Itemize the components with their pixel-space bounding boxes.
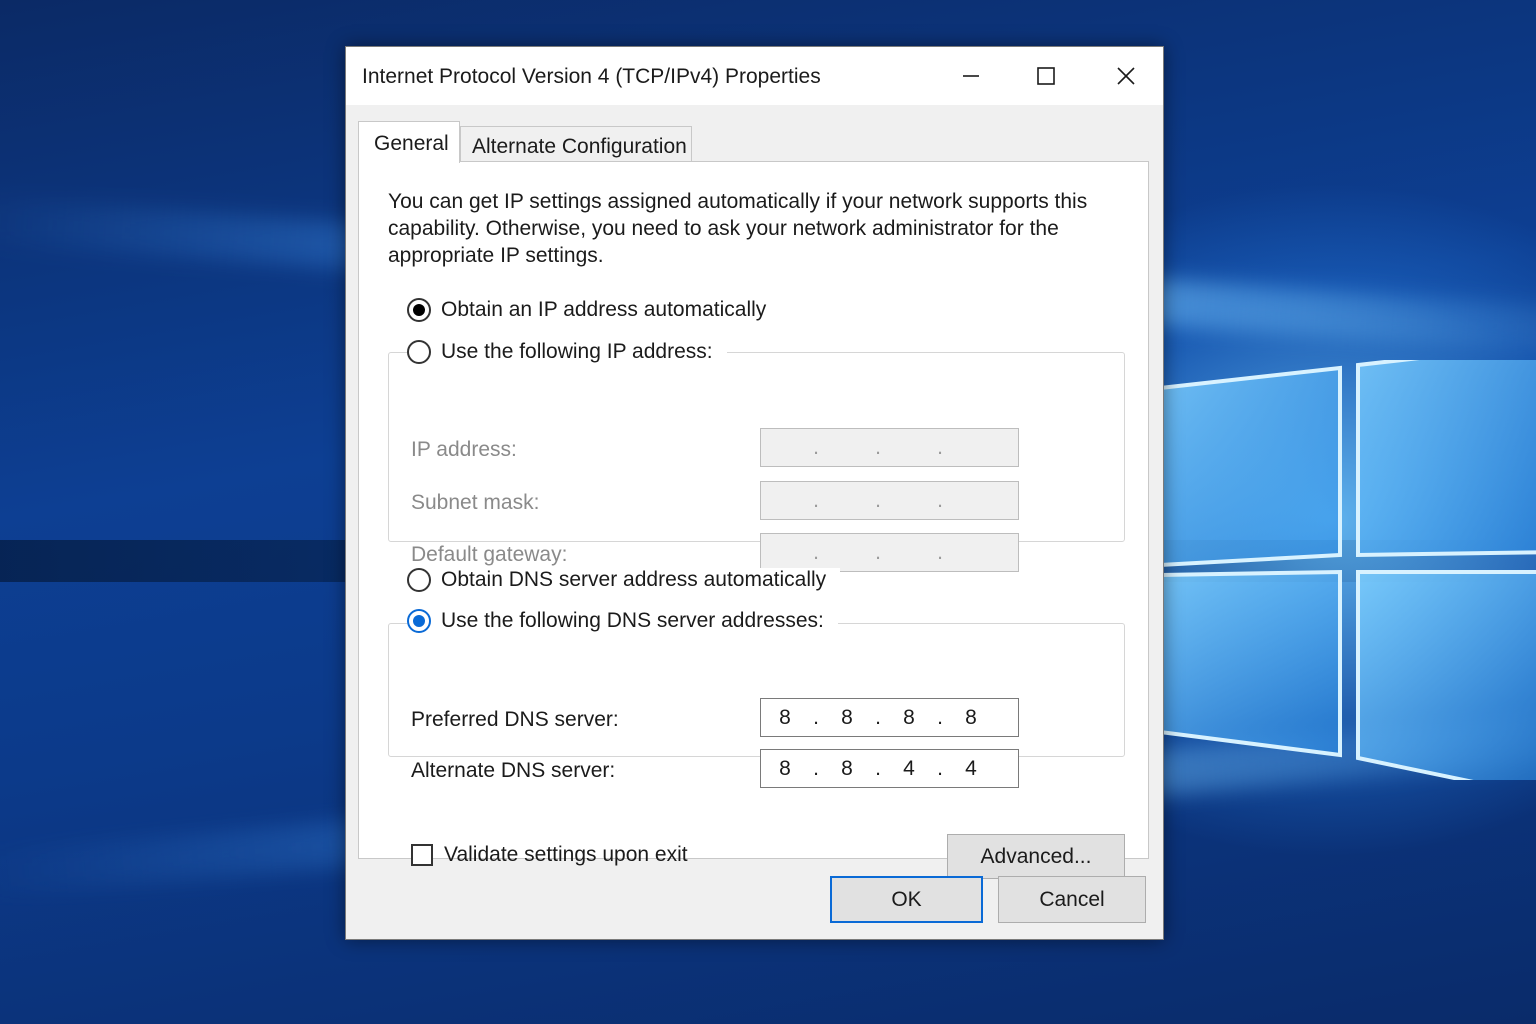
title-bar[interactable]: Internet Protocol Version 4 (TCP/IPv4) P… xyxy=(346,47,1163,105)
close-icon xyxy=(1117,67,1135,85)
default-gateway-label: Default gateway: xyxy=(411,543,568,566)
radio-use-following-ip[interactable]: Use the following IP address: xyxy=(407,340,727,364)
general-tab-panel: You can get IP settings assigned automat… xyxy=(358,161,1149,879)
validate-settings-label: Validate settings upon exit xyxy=(444,843,688,866)
description-text: You can get IP settings assigned automat… xyxy=(388,190,1088,267)
preferred-dns-input[interactable]: 8. 8. 8. 8 xyxy=(760,698,1019,737)
subnet-mask-label: Subnet mask: xyxy=(411,491,540,514)
maximize-button[interactable] xyxy=(1011,47,1081,105)
minimize-icon xyxy=(963,75,979,77)
ok-button[interactable]: OK xyxy=(830,876,983,923)
radio-obtain-dns-auto[interactable]: Obtain DNS server address automatically xyxy=(407,568,841,592)
validate-settings-checkbox[interactable] xyxy=(411,844,433,866)
ip-address-label: IP address: xyxy=(411,438,517,461)
windows-logo-icon xyxy=(1160,360,1536,780)
close-button[interactable] xyxy=(1091,47,1161,105)
alternate-dns-label: Alternate DNS server: xyxy=(411,759,616,782)
radio-button[interactable] xyxy=(407,568,431,592)
preferred-dns-label: Preferred DNS server: xyxy=(411,708,619,731)
subnet-mask-input: . . . xyxy=(760,481,1019,520)
alternate-dns-input[interactable]: 8. 8. 4. 4 xyxy=(760,749,1019,788)
radio-label: Use the following DNS server addresses: xyxy=(441,609,824,632)
minimize-button[interactable] xyxy=(936,47,1006,105)
window-title: Internet Protocol Version 4 (TCP/IPv4) P… xyxy=(362,65,821,88)
validate-settings-checkbox-row[interactable]: Validate settings upon exit xyxy=(411,843,688,867)
default-gateway-input: . . . xyxy=(760,533,1019,572)
radio-use-following-dns[interactable]: Use the following DNS server addresses: xyxy=(407,609,838,633)
radio-obtain-ip-auto[interactable]: Obtain an IP address automatically xyxy=(407,298,781,322)
radio-button[interactable] xyxy=(407,340,431,364)
ipv4-properties-dialog: Internet Protocol Version 4 (TCP/IPv4) P… xyxy=(345,46,1164,940)
tab-general[interactable]: General xyxy=(358,121,460,163)
radio-button-checked[interactable] xyxy=(407,609,431,633)
radio-button-checked[interactable] xyxy=(407,298,431,322)
radio-label: Use the following IP address: xyxy=(441,340,713,363)
ip-address-input: . . . xyxy=(760,428,1019,467)
radio-label: Obtain DNS server address automatically xyxy=(441,568,827,591)
advanced-button[interactable]: Advanced... xyxy=(947,834,1125,879)
maximize-icon xyxy=(1037,67,1055,85)
tab-alternate-configuration[interactable]: Alternate Configuration xyxy=(460,126,692,162)
radio-label: Obtain an IP address automatically xyxy=(441,298,767,321)
cancel-button[interactable]: Cancel xyxy=(998,876,1146,923)
